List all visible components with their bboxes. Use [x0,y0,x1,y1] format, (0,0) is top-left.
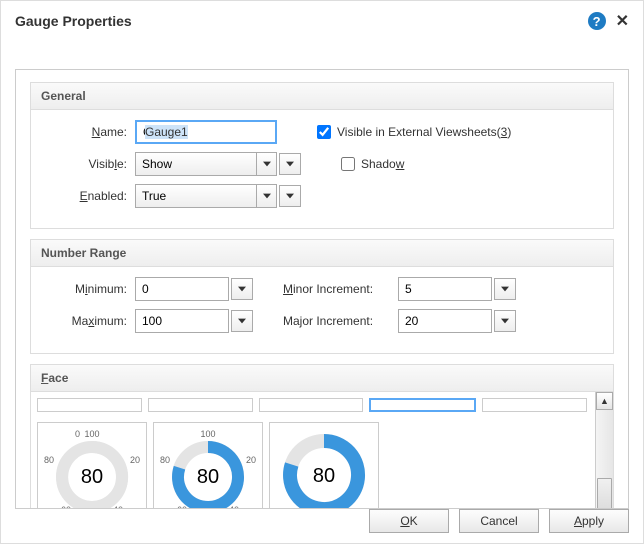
enabled-label: Enabled: [45,189,135,203]
face-section-title: Face [31,365,613,392]
visible-external-label: Visible in External Viewsheets(3) [337,125,511,139]
general-section-title: General [31,83,613,110]
visible-select[interactable]: Show [135,152,277,176]
svg-text:100: 100 [84,429,99,439]
gauge-value: 80 [197,466,219,488]
svg-text:40: 40 [229,505,239,509]
minimum-input[interactable] [135,277,229,301]
minimum-expr-button[interactable] [231,278,253,300]
maximum-input[interactable] [135,309,229,333]
shadow-checkbox[interactable]: Shadow [341,157,404,171]
face-scrollbar[interactable]: ▲ ▼ [595,392,613,509]
general-section: General Name: Gauge1 Visible in External… [30,82,614,229]
visible-label: Visible: [45,157,135,171]
ok-button[interactable]: OK [369,509,449,533]
scroll-thumb[interactable] [597,478,612,509]
name-label: Name: [45,125,135,139]
shadow-label: Shadow [361,157,404,171]
gauge-value: 80 [313,465,335,487]
number-range-title: Number Range [31,240,613,267]
minor-expr-button[interactable] [494,278,516,300]
tab-panel: General Data Advanced Script General Nam… [15,69,629,509]
maximum-expr-button[interactable] [231,310,253,332]
face-row: 80 100 20 40 60 80 0 [31,416,593,509]
enabled-expr-button[interactable] [279,185,301,207]
face-thumb-small[interactable] [37,398,142,412]
gauge-value: 80 [81,466,103,488]
enabled-select[interactable]: True [135,184,277,208]
major-increment-label: Major Increment: [283,314,398,328]
svg-text:60: 60 [61,505,71,509]
face-thumb-small[interactable] [369,398,476,412]
face-thumb-small[interactable] [482,398,587,412]
face-strip-row [31,392,593,416]
svg-text:0: 0 [75,429,80,439]
svg-text:20: 20 [246,455,256,465]
minimum-label: Minimum: [45,282,135,296]
visible-expr-button[interactable] [279,153,301,175]
svg-text:80: 80 [44,455,54,465]
close-icon[interactable]: ✕ [616,11,629,31]
face-option-1[interactable]: 80 100 20 40 60 80 0 [37,422,147,509]
face-section: Face [30,364,614,509]
svg-text:100: 100 [200,429,215,439]
name-input[interactable] [135,120,277,144]
tab-general[interactable]: General [15,69,84,70]
svg-text:80: 80 [160,455,170,465]
minor-increment-input[interactable] [398,277,492,301]
apply-button[interactable]: Apply [549,509,629,533]
svg-text:40: 40 [113,505,123,509]
major-expr-button[interactable] [494,310,516,332]
titlebar: Gauge Properties ? ✕ [1,1,643,41]
dialog: Gauge Properties ? ✕ General Data Advanc… [0,0,644,544]
svg-text:60: 60 [177,505,187,509]
tab-data[interactable]: Data [83,69,134,70]
tab-script[interactable]: Script [211,69,268,70]
svg-text:20: 20 [130,455,140,465]
face-thumb-small[interactable] [148,398,253,412]
visible-external-input[interactable] [317,125,331,139]
dialog-title: Gauge Properties [15,13,132,29]
tab-advanced[interactable]: Advanced [133,69,212,70]
face-option-3[interactable]: 80 [269,422,379,509]
visible-external-checkbox[interactable]: Visible in External Viewsheets(3) [317,125,511,139]
face-thumb-small[interactable] [259,398,364,412]
help-icon[interactable]: ? [588,12,606,30]
face-option-2[interactable]: 80 100 20 40 60 80 [153,422,263,509]
shadow-input[interactable] [341,157,355,171]
maximum-label: Maximum: [45,314,135,328]
dialog-buttons: OK Cancel Apply [369,509,629,533]
cancel-button[interactable]: Cancel [459,509,539,533]
tab-bar: General Data Advanced Script [15,69,267,70]
minor-increment-label: Minor Increment: [283,282,398,296]
scroll-up-button[interactable]: ▲ [596,392,613,410]
number-range-section: Number Range Minimum: Minor Increment: [30,239,614,354]
major-increment-input[interactable] [398,309,492,333]
